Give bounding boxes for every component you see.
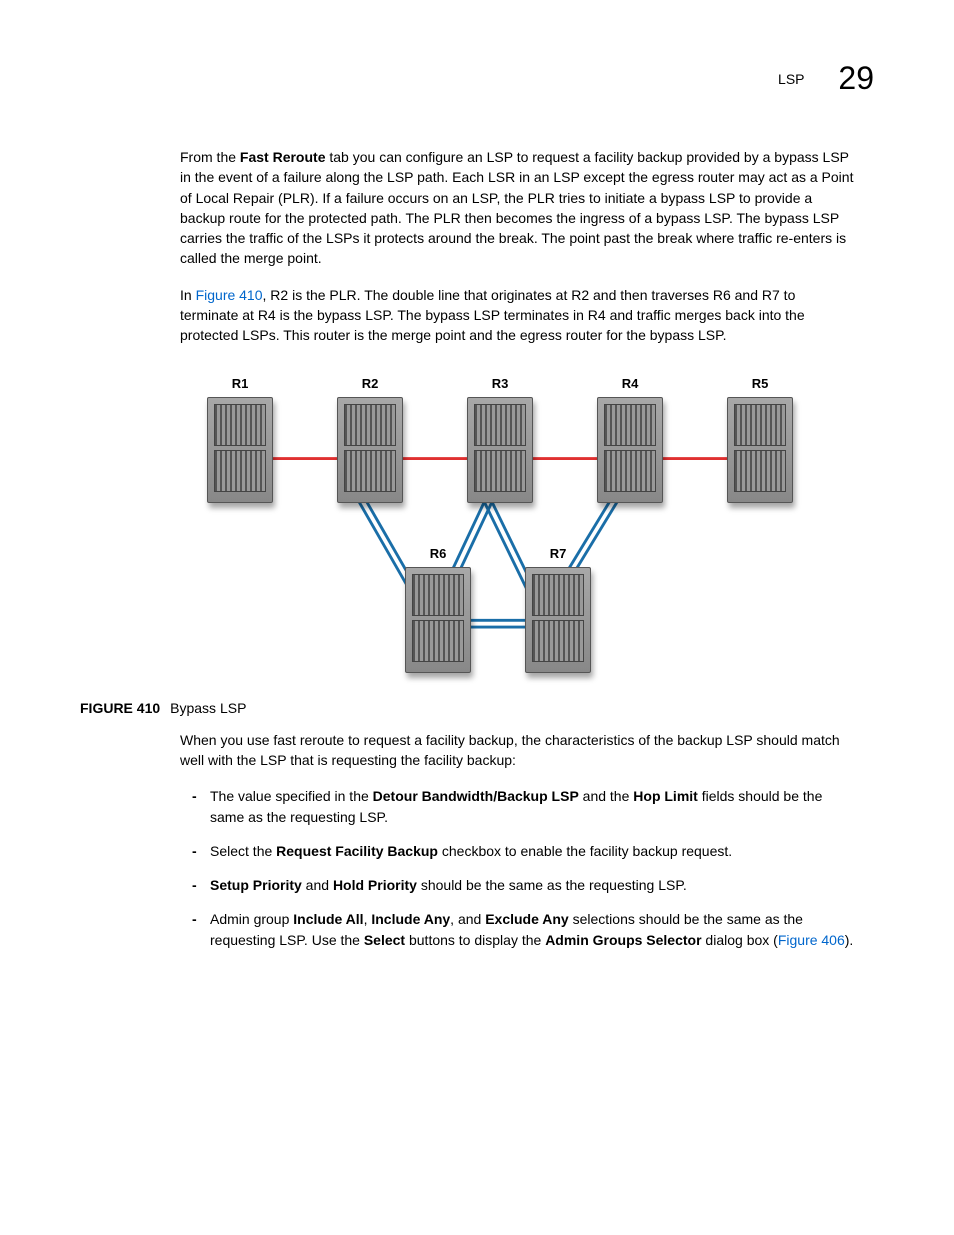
text: and <box>302 877 333 893</box>
bullet-list: The value specified in the Detour Bandwi… <box>180 786 854 950</box>
text: dialog box ( <box>702 932 778 948</box>
list-item: Admin group Include All, Include Any, an… <box>200 909 854 950</box>
router-label: R2 <box>330 376 410 391</box>
router-icon <box>337 397 403 503</box>
router-label: R3 <box>460 376 540 391</box>
router-r6: R6 <box>398 546 478 673</box>
tab-name-bold: Fast Reroute <box>240 149 326 165</box>
router-label: R7 <box>518 546 598 561</box>
router-label: R1 <box>200 376 280 391</box>
field-name-bold: Include All <box>293 911 363 927</box>
router-icon <box>525 567 591 673</box>
figure-caption: FIGURE 410 Bypass LSP <box>80 700 854 716</box>
field-name-bold: Detour Bandwidth/Backup LSP <box>373 788 579 804</box>
router-label: R5 <box>720 376 800 391</box>
router-icon <box>597 397 663 503</box>
field-name-bold: Hold Priority <box>333 877 417 893</box>
text: From the <box>180 149 240 165</box>
page-header: LSP 29 <box>80 60 874 97</box>
list-item: The value specified in the Detour Bandwi… <box>200 786 854 827</box>
field-name-bold: Exclude Any <box>485 911 569 927</box>
figure-number: FIGURE 410 <box>80 700 160 716</box>
text: In <box>180 287 196 303</box>
router-icon <box>405 567 471 673</box>
field-name-bold: Hop Limit <box>633 788 698 804</box>
content-block: From the Fast Reroute tab you can config… <box>180 147 854 950</box>
router-r3: R3 <box>460 376 540 503</box>
paragraph-1: From the Fast Reroute tab you can config… <box>180 147 854 269</box>
field-name-bold: Select <box>364 932 405 948</box>
field-name-bold: Include Any <box>371 911 450 927</box>
text: buttons to display the <box>405 932 545 948</box>
page: LSP 29 From the Fast Reroute tab you can… <box>0 0 954 1004</box>
text: should be the same as the requesting LSP… <box>417 877 687 893</box>
router-icon <box>727 397 793 503</box>
text: checkbox to enable the facility backup r… <box>438 843 732 859</box>
list-item: Setup Priority and Hold Priority should … <box>200 875 854 895</box>
router-r2: R2 <box>330 376 410 503</box>
field-name-bold: Request Facility Backup <box>276 843 438 859</box>
field-name-bold: Setup Priority <box>210 877 302 893</box>
text: , and <box>450 911 485 927</box>
figure-diagram: R1 R2 R3 R4 R5 R6 <box>180 366 854 686</box>
figure-link[interactable]: Figure 406 <box>778 932 845 948</box>
text: ). <box>845 932 854 948</box>
text: The value specified in the <box>210 788 373 804</box>
text: , R2 is the PLR. The double line that or… <box>180 287 805 344</box>
text: Select the <box>210 843 276 859</box>
router-r7: R7 <box>518 546 598 673</box>
text: and the <box>579 788 634 804</box>
router-r1: R1 <box>200 376 280 503</box>
router-icon <box>207 397 273 503</box>
paragraph-3: When you use fast reroute to request a f… <box>180 730 854 771</box>
section-label: LSP <box>778 71 804 87</box>
router-r5: R5 <box>720 376 800 503</box>
list-item: Select the Request Facility Backup check… <box>200 841 854 861</box>
figure-title: Bypass LSP <box>170 700 246 716</box>
chapter-number: 29 <box>838 60 874 97</box>
router-r4: R4 <box>590 376 670 503</box>
field-name-bold: Admin Groups Selector <box>545 932 701 948</box>
router-label: R6 <box>398 546 478 561</box>
text: tab you can configure an LSP to request … <box>180 149 853 266</box>
text: Admin group <box>210 911 293 927</box>
router-label: R4 <box>590 376 670 391</box>
router-icon <box>467 397 533 503</box>
figure-link[interactable]: Figure 410 <box>196 287 263 303</box>
paragraph-2: In Figure 410, R2 is the PLR. The double… <box>180 285 854 346</box>
